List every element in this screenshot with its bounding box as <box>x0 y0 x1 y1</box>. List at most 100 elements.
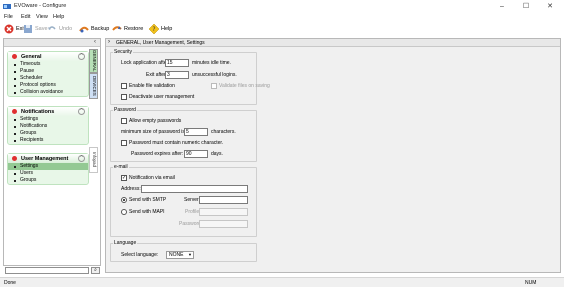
language-selected: NONE <box>169 252 184 258</box>
restore-icon <box>112 26 122 31</box>
expires-field[interactable]: 90 <box>184 150 208 158</box>
menu-help[interactable]: Help <box>53 14 64 20</box>
vertical-tabs: GENERAL DEVICES Infopad <box>89 47 98 261</box>
smtp-radio[interactable] <box>121 197 127 203</box>
numeric-char-label: Password must contain numeric character. <box>129 140 224 146</box>
main-header: › GENERAL, User Management, Settings <box>106 39 560 47</box>
exit-icon <box>4 24 14 34</box>
group-general: General ^ Timeouts Pause Scheduler Proto… <box>7 51 89 97</box>
group-general-header[interactable]: General ^ <box>8 52 88 61</box>
lock-minutes-field[interactable]: 15 <box>165 59 189 67</box>
undo-icon <box>48 26 56 30</box>
sidebar-item-scheduler[interactable]: Scheduler <box>8 75 88 82</box>
sidebar-item-recipients[interactable]: Recipients <box>8 137 88 144</box>
sidebar-search-icon[interactable]: ⌕ <box>91 267 100 274</box>
email-group: e-mail ✓ Notification via email Address:… <box>110 164 257 237</box>
validate-on-saving-checkbox[interactable] <box>211 83 217 89</box>
save-label: Save <box>35 26 48 32</box>
minimize-button[interactable]: – <box>494 1 510 12</box>
group-notifications: Notifications ^ Settings Notifications G… <box>7 106 89 145</box>
menu-file[interactable]: File <box>4 14 13 20</box>
smtp-label: Send with SMTP <box>129 197 167 203</box>
sidebar-item-notifications[interactable]: Notifications <box>8 123 88 130</box>
email-notification-label: Notification via email <box>129 175 175 181</box>
tab-devices[interactable]: DEVICES <box>89 73 98 99</box>
sidebar-item-settings-active[interactable]: Settings <box>8 163 88 170</box>
undo-button[interactable]: Undo <box>47 23 72 35</box>
collapse-icon[interactable]: ^ <box>78 53 85 60</box>
breadcrumb: GENERAL, User Management, Settings <box>116 40 205 46</box>
maximize-button[interactable]: ☐ <box>518 1 534 12</box>
mapi-radio[interactable] <box>121 209 127 215</box>
allow-empty-checkbox[interactable] <box>121 118 127 124</box>
menu-bar: File Edit View Help <box>0 13 564 22</box>
restore-button[interactable]: Restore <box>112 23 143 35</box>
group-notifications-header[interactable]: Notifications ^ <box>8 107 88 116</box>
sidebar: ‹ General ^ Timeouts Pause Scheduler Pro… <box>3 38 101 274</box>
group-user-management-header[interactable]: User Management ^ <box>8 154 88 163</box>
status-bar: Done NUM <box>0 277 564 287</box>
svg-text:?: ? <box>152 26 155 33</box>
email-notification-checkbox[interactable]: ✓ <box>121 175 127 181</box>
restore-label: Restore <box>124 26 144 32</box>
sidebar-item-timeouts[interactable]: Timeouts <box>8 61 88 68</box>
app-logo-icon <box>3 4 11 9</box>
address-label: Address: <box>121 186 141 192</box>
server-field[interactable] <box>199 196 248 204</box>
backup-label: Backup <box>91 26 110 32</box>
validate-on-saving-label: Validate files on saving <box>219 83 270 89</box>
min-size-unit: characters. <box>211 129 236 135</box>
group-user-management: User Management ^ Settings Users Groups <box>7 153 89 185</box>
password-legend: Password <box>114 107 136 113</box>
sidebar-item-users[interactable]: Users <box>8 170 88 177</box>
menu-edit[interactable]: Edit <box>21 14 30 20</box>
mapi-label: Send with MAPI <box>129 209 165 215</box>
mapi-password-field[interactable] <box>199 220 248 228</box>
group-title: General <box>21 54 42 60</box>
collapse-icon[interactable]: ^ <box>78 155 85 162</box>
collapse-icon[interactable]: ^ <box>78 108 85 115</box>
exit-unit: unsuccessful logins. <box>192 72 237 78</box>
close-button[interactable]: ✕ <box>542 1 558 12</box>
sidebar-item-settings[interactable]: Settings <box>8 116 88 123</box>
undo-label: Undo <box>59 26 73 32</box>
language-group: Language Select language: NONE ▼ <box>110 240 257 262</box>
backup-button[interactable]: Backup <box>79 23 109 35</box>
backup-icon <box>79 26 89 33</box>
exit-after-field[interactable]: 3 <box>165 71 189 79</box>
group-title: Notifications <box>21 109 55 115</box>
email-legend: e-mail <box>114 164 128 170</box>
numeric-char-checkbox[interactable] <box>121 140 127 146</box>
sidebar-item-groups[interactable]: Groups <box>8 177 88 184</box>
address-field[interactable] <box>141 185 248 193</box>
tab-infopad[interactable]: Infopad <box>89 147 98 173</box>
chevron-left-icon[interactable]: ‹ <box>91 39 99 47</box>
deactivate-um-checkbox[interactable] <box>121 94 127 100</box>
sidebar-item-collision-avoidance[interactable]: Collision avoidance <box>8 89 88 96</box>
save-icon <box>24 25 32 33</box>
menu-view[interactable]: View <box>36 14 48 20</box>
chevron-down-icon: ▼ <box>188 252 192 257</box>
profile-field[interactable] <box>199 208 248 216</box>
sidebar-search-input[interactable] <box>5 267 89 274</box>
file-validation-label: Enable file validation <box>129 83 175 89</box>
help-button[interactable]: ? Help <box>149 23 172 35</box>
sidebar-item-protocol-options[interactable]: Protocol options <box>8 82 88 89</box>
chevron-right-icon[interactable]: › <box>108 39 110 46</box>
sidebar-item-groups[interactable]: Groups <box>8 130 88 137</box>
deactivate-um-label: Deactivate user management <box>129 94 195 100</box>
expires-label: Password expires after: <box>131 151 184 157</box>
min-size-field[interactable]: 5 <box>184 128 208 136</box>
exit-button[interactable]: Exit <box>4 23 25 35</box>
notifications-icon <box>12 109 17 114</box>
language-select[interactable]: NONE ▼ <box>166 251 194 259</box>
server-label: Server: <box>184 197 201 203</box>
save-button[interactable]: Save <box>23 23 48 35</box>
language-legend: Language <box>114 240 137 246</box>
tab-general[interactable]: GENERAL <box>89 49 98 73</box>
help-icon: ? <box>149 24 159 34</box>
sidebar-item-pause[interactable]: Pause <box>8 68 88 75</box>
password-group: Password Allow empty passwords minimum s… <box>110 107 257 162</box>
window-title: EVOware - Configure <box>14 3 67 9</box>
file-validation-checkbox[interactable] <box>121 83 127 89</box>
